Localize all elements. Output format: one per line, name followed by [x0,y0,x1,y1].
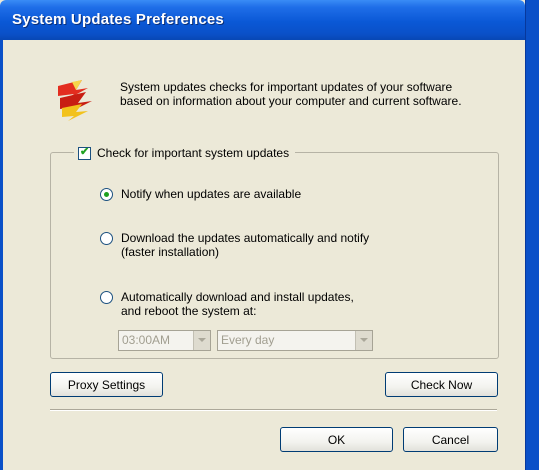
checkmark-icon: ✔ [80,145,90,158]
time-dropdown[interactable]: 03:00AM [118,330,211,351]
radio-auto-install-button[interactable] [100,291,113,304]
check-now-button[interactable]: Check Now [385,372,498,397]
divider [50,409,497,411]
radio-notify-label: Notify when updates are available [121,187,302,201]
radio-download-button[interactable] [100,232,113,245]
chevron-down-icon[interactable] [355,331,372,350]
ok-button[interactable]: OK [280,427,393,452]
window-title: System Updates Preferences [12,11,224,28]
day-dropdown[interactable]: Every day [217,330,373,351]
window-frame-left [0,40,3,470]
day-value: Every day [221,333,275,347]
system-updates-icon [58,80,92,121]
chevron-down-icon[interactable] [193,331,210,350]
check-updates-label: Check for important system updates [97,146,290,160]
window-frame-right [525,0,539,470]
proxy-settings-button[interactable]: Proxy Settings [50,372,163,397]
preferences-window: System Updates Preferences System update… [0,0,539,470]
radio-notify[interactable]: Notify when updates are available [100,187,301,201]
title-bar: System Updates Preferences [0,0,525,40]
check-updates-checkbox-row[interactable]: ✔ Check for important system updates [74,144,296,162]
time-value: 03:00AM [122,333,171,347]
radio-auto-install[interactable]: Automatically download and install updat… [100,290,354,318]
description-text: System updates checks for important upda… [120,80,462,108]
radio-notify-button[interactable] [100,188,113,201]
check-updates-checkbox[interactable]: ✔ [78,145,91,160]
radio-auto-install-label: Automatically download and install updat… [121,290,354,318]
radio-download-label: Download the updates automatically and n… [121,231,370,259]
radio-download[interactable]: Download the updates automatically and n… [100,231,369,259]
cancel-button[interactable]: Cancel [403,427,498,452]
